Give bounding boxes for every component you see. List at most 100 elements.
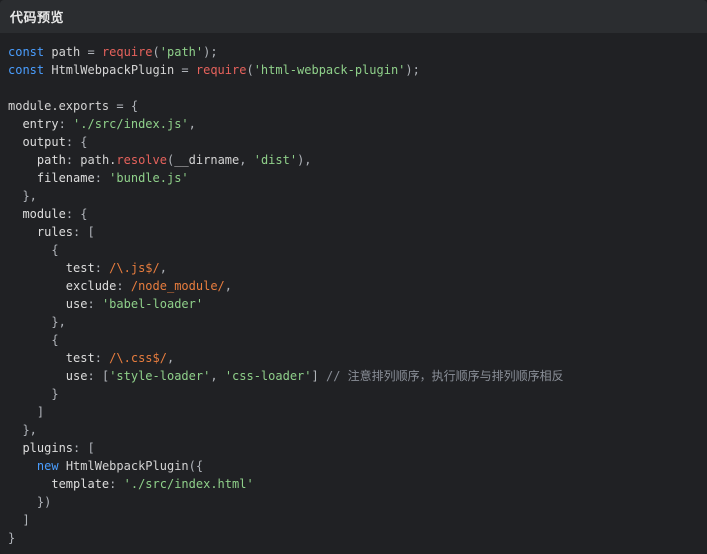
property-token: use — [65, 369, 88, 383]
punctuation-token: }) — [36, 495, 52, 509]
punctuation-token: ); — [203, 45, 218, 59]
code-line: exclude: /node_module/, — [8, 277, 707, 295]
string-token: 'bundle.js' — [109, 171, 189, 185]
punctuation-token: [ — [87, 441, 95, 455]
property-token: path — [36, 153, 66, 167]
comment-token: // 注意排列顺序，执行顺序与排列顺序相反 — [325, 369, 564, 383]
function-token: require — [101, 45, 153, 59]
code-line: template: './src/index.html' — [8, 475, 707, 493]
property-token: template — [51, 477, 110, 491]
code-line: }) — [8, 493, 707, 511]
text-token: HtmlWebpackPlugin — [58, 459, 189, 473]
code-line: rules: [ — [8, 223, 707, 241]
punctuation-token: : — [65, 153, 74, 167]
text-token: path. — [73, 153, 117, 167]
punctuation-token: { — [80, 207, 88, 221]
code-line: module: { — [8, 205, 707, 223]
punctuation-token: ( — [152, 45, 160, 59]
code-line: test: /\.js$/, — [8, 259, 707, 277]
property-token: plugins — [22, 441, 74, 455]
punctuation-token: }, — [51, 315, 66, 329]
punctuation-token: , — [224, 279, 232, 293]
punctuation-token: [ — [87, 225, 95, 239]
text-token: module.exports — [8, 99, 117, 113]
punctuation-token: { — [130, 99, 139, 113]
code-line: ] — [8, 511, 707, 529]
code-block[interactable]: const path = require('path'); const HtmlW… — [0, 33, 707, 547]
property-token: module — [22, 207, 66, 221]
code-preview-title: 代码预览 — [10, 11, 65, 26]
punctuation-token: }, — [22, 189, 37, 203]
punctuation-token: = — [116, 99, 124, 113]
text-token: __dirname — [174, 153, 240, 167]
text-token: path — [44, 45, 88, 59]
punctuation-token: ] — [311, 369, 319, 383]
code-line: } — [8, 529, 707, 547]
code-line: module.exports = { — [8, 97, 707, 115]
property-token: use — [65, 297, 88, 311]
punctuation-token: : — [94, 171, 102, 185]
code-line: plugins: [ — [8, 439, 707, 457]
punctuation-token: ), — [297, 153, 312, 167]
function-token: require — [195, 63, 247, 77]
punctuation-token: ({ — [188, 459, 204, 473]
code-line: entry: './src/index.js', — [8, 115, 707, 133]
regex-token: /\.js$/ — [109, 261, 160, 275]
punctuation-token: : — [116, 279, 124, 293]
string-token: 'dist' — [253, 153, 298, 167]
punctuation-token: } — [51, 387, 59, 401]
code-line: }, — [8, 187, 707, 205]
property-token: rules — [36, 225, 74, 239]
punctuation-token: , — [210, 369, 218, 383]
string-token: 'css-loader' — [224, 369, 312, 383]
code-preview-header: 代码预览 — [0, 0, 707, 33]
keyword-token: const — [8, 45, 45, 59]
code-line: output: { — [8, 133, 707, 151]
code-line: } — [8, 385, 707, 403]
code-line: ] — [8, 403, 707, 421]
function-token: resolve — [116, 153, 167, 167]
code-line: }, — [8, 421, 707, 439]
punctuation-token: ] — [36, 405, 45, 419]
code-line: }, — [8, 313, 707, 331]
punctuation-token: : — [94, 351, 102, 365]
punctuation-token: : — [87, 297, 95, 311]
punctuation-token: : — [65, 207, 74, 221]
punctuation-token: : — [87, 369, 95, 383]
punctuation-token: : — [94, 261, 102, 275]
string-token: './src/index.html' — [123, 477, 254, 491]
code-line: test: /\.css$/, — [8, 349, 707, 367]
keyword-token: new — [36, 459, 59, 473]
string-token: 'style-loader' — [109, 369, 211, 383]
